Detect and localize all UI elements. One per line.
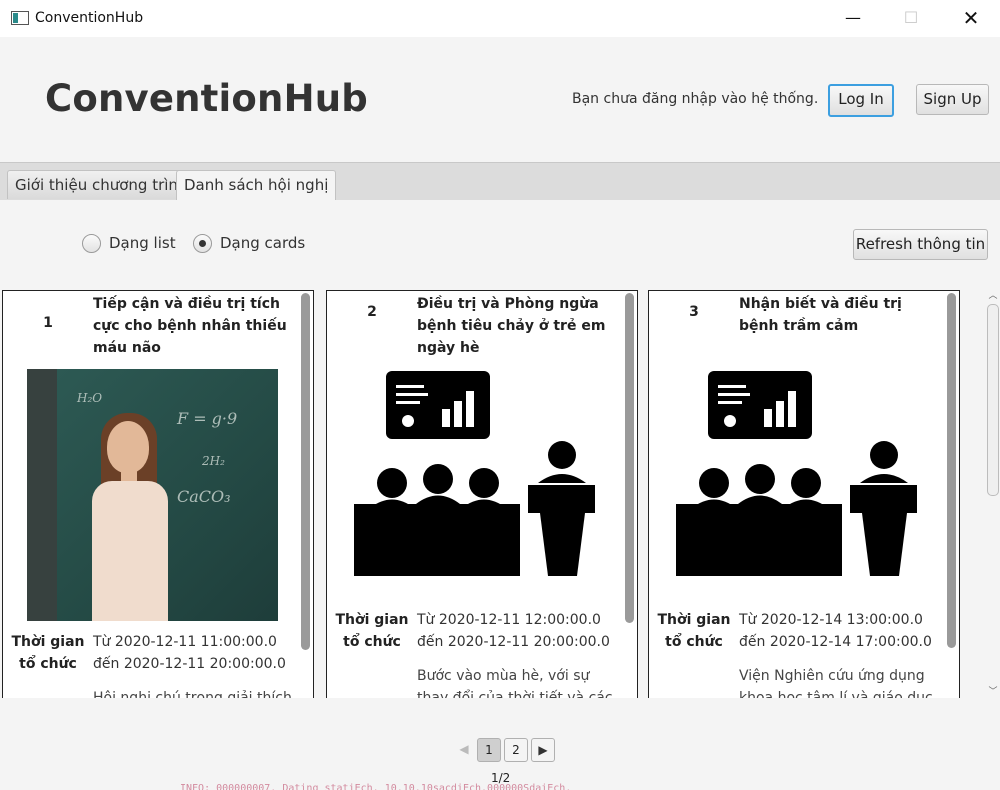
close-button[interactable]: ✕ [948,4,994,32]
tab-introduction[interactable]: Giới thiệu chương trình [7,170,196,199]
minimize-button[interactable]: — [830,4,876,32]
time-value: Từ 2020-12-11 11:00:00.0 đến 2020-12-11 … [93,634,286,672]
window-titlebar: ConventionHub — ☐ ✕ [0,0,1000,37]
view-list-label: Dạng list [109,234,176,252]
window-title: ConventionHub [35,10,144,26]
blackboard-rail [27,369,57,621]
card-title: Điều trị và Phòng ngừa bệnh tiêu chảy ở … [417,296,606,356]
scroll-down-icon[interactable]: ﹀ [987,684,999,697]
time-label: Thời gian tổ chức [11,634,85,672]
login-status-text: Bạn chưa đăng nhập vào hệ thống. [572,91,819,107]
page-button-1[interactable]: 1 [477,738,501,762]
app-icon [11,11,29,25]
card-number: 2 [367,304,377,320]
tab-conference-list[interactable]: Danh sách hội nghị [176,170,337,200]
time-value: Từ 2020-12-14 13:00:00.0 đến 2020-12-14 … [739,612,932,650]
next-page-icon[interactable]: ▶ [531,738,555,762]
prev-page-icon[interactable]: ◀ [453,738,475,760]
teacher-photo: F = g·9 H₂O CaCO₃ 2H₂ [27,369,278,621]
cards-container: 1 Tiếp cận và điều trị tích cực cho bệnh… [0,288,985,698]
cards-scrollbar[interactable]: ︿ ﹀ [986,288,999,698]
chalk-text: F = g·9 [177,409,238,428]
page-button-2[interactable]: 2 [504,738,528,762]
chalk-text: 2H₂ [202,454,225,468]
radio-circle[interactable] [82,234,101,253]
conference-icon [676,371,917,576]
person-body [92,481,168,621]
radio-circle-selected[interactable] [193,234,212,253]
conference-icon [354,371,595,576]
console-text: INFO: 000000007. Dating statiEch. 10.10.… [180,783,572,790]
view-cards-label: Dạng cards [220,234,306,252]
conference-list-panel: Dạng list Dạng cards Refresh thông tin 1… [0,200,1000,700]
card-description: Viện Nghiên cứu ứng dụng khoa học tâm lí… [739,668,933,698]
conference-card[interactable]: 1 Tiếp cận và điều trị tích cực cho bệnh… [2,290,314,698]
chalk-text: CaCO₃ [177,487,231,506]
chalk-text: H₂O [77,391,103,405]
card-scrollbar[interactable] [625,293,634,623]
app-header: ConventionHub Bạn chưa đăng nhập vào hệ … [0,37,1000,162]
time-label: Thời gian tổ chức [657,612,731,650]
person-head [107,421,149,473]
card-scrollbar[interactable] [947,293,956,648]
card-number: 1 [43,315,53,331]
refresh-button[interactable]: Refresh thông tin [853,229,988,260]
time-value: Từ 2020-12-11 12:00:00.0 đến 2020-12-11 … [417,612,610,650]
tab-bar: Giới thiệu chương trình Danh sách hội ng… [0,162,1000,201]
conference-card[interactable]: 3 Nhận biết và điều trị bệnh trầm cảm Th… [648,290,960,698]
login-button[interactable]: Log In [828,84,894,117]
conference-card[interactable]: 2 Điều trị và Phòng ngừa bệnh tiêu chảy … [326,290,638,698]
signup-button[interactable]: Sign Up [916,84,989,115]
card-number: 3 [689,304,699,320]
card-title: Tiếp cận và điều trị tích cực cho bệnh n… [93,296,287,356]
maximize-button[interactable]: ☐ [888,4,934,32]
card-scrollbar[interactable] [301,293,310,650]
time-label: Thời gian tổ chức [335,612,409,650]
card-description: Bước vào mùa hè, với sự thay đổi của thờ… [417,668,613,698]
pagination-footer: ◀ 1 2 ▶ 1/2 INFO: 000000007. Dating stat… [0,700,1000,790]
scrollbar-thumb[interactable] [987,304,999,496]
scroll-up-icon[interactable]: ︿ [987,288,999,301]
card-description: Hội nghị chú trọng giải thích [93,690,292,698]
brand-title: ConventionHub [45,77,368,120]
card-title: Nhận biết và điều trị bệnh trầm cảm [739,296,902,334]
